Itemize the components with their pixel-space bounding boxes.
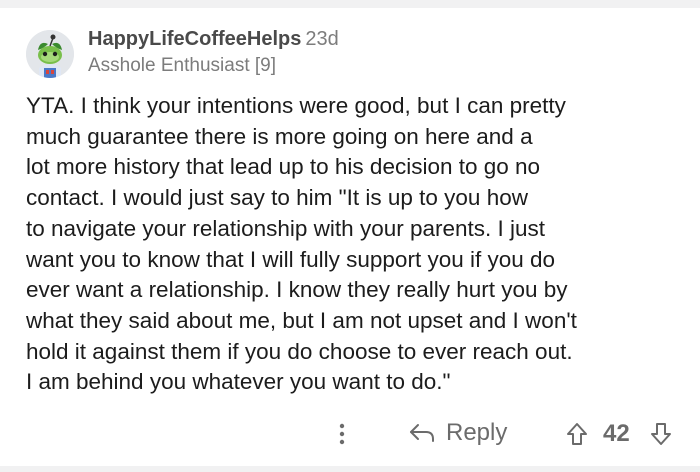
comment-age: 23d [305,28,339,50]
comment-body-line: want you to know that I will fully suppo… [26,246,556,272]
vote-score: 42 [603,420,630,447]
comment-body-line: much guarantee there is more going on he… [26,123,533,149]
snoo-avatar-icon [26,30,74,78]
more-options-button[interactable] [334,421,350,447]
username[interactable]: HappyLifeCoffeeHelps [88,28,301,50]
more-vertical-icon [339,423,345,445]
comment-body-line: hold it against them if you do choose to… [26,338,573,364]
arrow-down-icon [651,423,671,445]
comment-body-line: contact. I would just say to him "It is … [26,185,528,211]
reply-label: Reply [446,419,508,446]
reply-button[interactable]: Reply [408,419,507,447]
comment-body-line: ever want a relationship. I know they re… [26,277,568,303]
comment-body-line: what they said about me, but I am not up… [26,307,577,333]
downvote-button[interactable] [650,422,672,446]
comment-body-line: lot more history that lead up to his dec… [26,154,541,180]
comment-body: YTA. I think your intentions were good, … [26,91,686,398]
comment-actions-bar: Reply 42 [0,413,700,453]
upvote-button[interactable] [566,422,588,446]
comment-body-line: to navigate your relationship with your … [26,215,546,241]
reply-arrow-icon [410,424,434,442]
avatar[interactable] [26,30,74,78]
comment-body-line: YTA. I think your intentions were good, … [26,93,566,118]
user-flair: Asshole Enthusiast [9] [88,55,276,76]
comment-body-line: I am behind you whatever you want to do.… [26,369,451,395]
comment-card: HappyLifeCoffeeHelps 23d Asshole Enthusia… [0,8,700,466]
arrow-up-icon [567,423,587,445]
comment-author[interactable]: HappyLifeCoffeeHelps 23d [88,26,339,52]
